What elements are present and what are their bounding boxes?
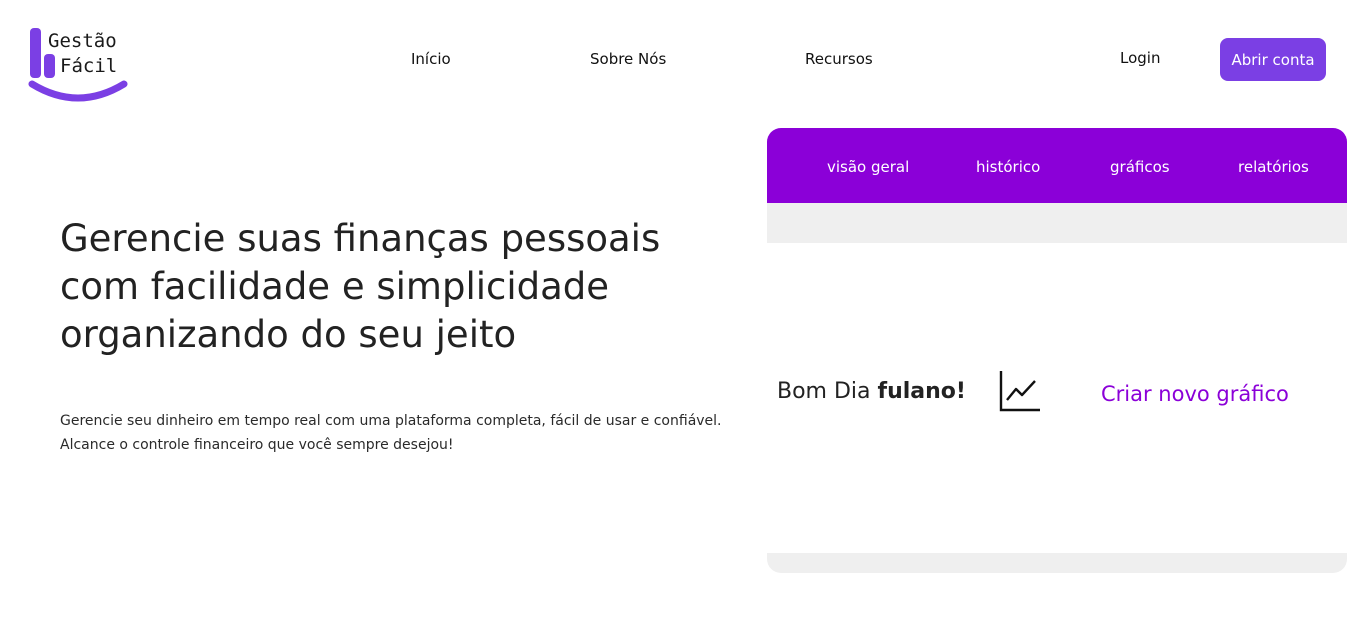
hero-title: Gerencie suas finanças pessoais com faci…	[60, 215, 720, 359]
hero-description: Gerencie seu dinheiro em tempo real com …	[60, 409, 760, 457]
dashboard-tab-bar: visão geral histórico gráficos relatório…	[767, 128, 1347, 203]
logo-text-line2: Fácil	[60, 55, 118, 77]
line-chart-icon[interactable]	[999, 370, 1041, 412]
logo-bar-short	[44, 54, 55, 78]
tab-relatorios[interactable]: relatórios	[1238, 158, 1309, 176]
dashboard-preview-card: visão geral histórico gráficos relatório…	[767, 128, 1347, 573]
greeting-user-name: fulano!	[877, 379, 966, 404]
hero-description-line: Gerencie seu dinheiro em tempo real com …	[60, 413, 722, 429]
hero-title-line: Gerencie suas finanças pessoais	[60, 217, 661, 260]
tab-graficos[interactable]: gráficos	[1110, 158, 1170, 176]
greeting: Bom Dia fulano!	[777, 379, 966, 404]
nav-link-inicio[interactable]: Início	[411, 50, 451, 68]
nav-link-sobre-nos[interactable]: Sobre Nós	[590, 50, 666, 68]
greeting-prefix: Bom Dia	[777, 379, 878, 404]
tab-historico[interactable]: histórico	[976, 158, 1040, 176]
login-link[interactable]: Login	[1120, 49, 1160, 67]
tab-visao-geral[interactable]: visão geral	[827, 158, 909, 176]
hero-title-line: com facilidade e simplicidade	[60, 265, 610, 308]
hero-title-line: organizando do seu jeito	[60, 313, 517, 356]
nav-link-recursos[interactable]: Recursos	[805, 50, 873, 68]
open-account-button[interactable]: Abrir conta	[1220, 38, 1326, 81]
logo-text-line1: Gestão	[48, 30, 117, 52]
hero-description-line: Alcance o controle financeiro que você s…	[60, 437, 454, 453]
logo-bar-tall	[30, 28, 41, 78]
dashboard-body: Bom Dia fulano! Criar novo gráfico	[767, 243, 1347, 553]
logo-smile-icon	[28, 80, 128, 102]
logo[interactable]: Gestão Fácil	[28, 26, 130, 106]
create-chart-link[interactable]: Criar novo gráfico	[1101, 382, 1289, 406]
